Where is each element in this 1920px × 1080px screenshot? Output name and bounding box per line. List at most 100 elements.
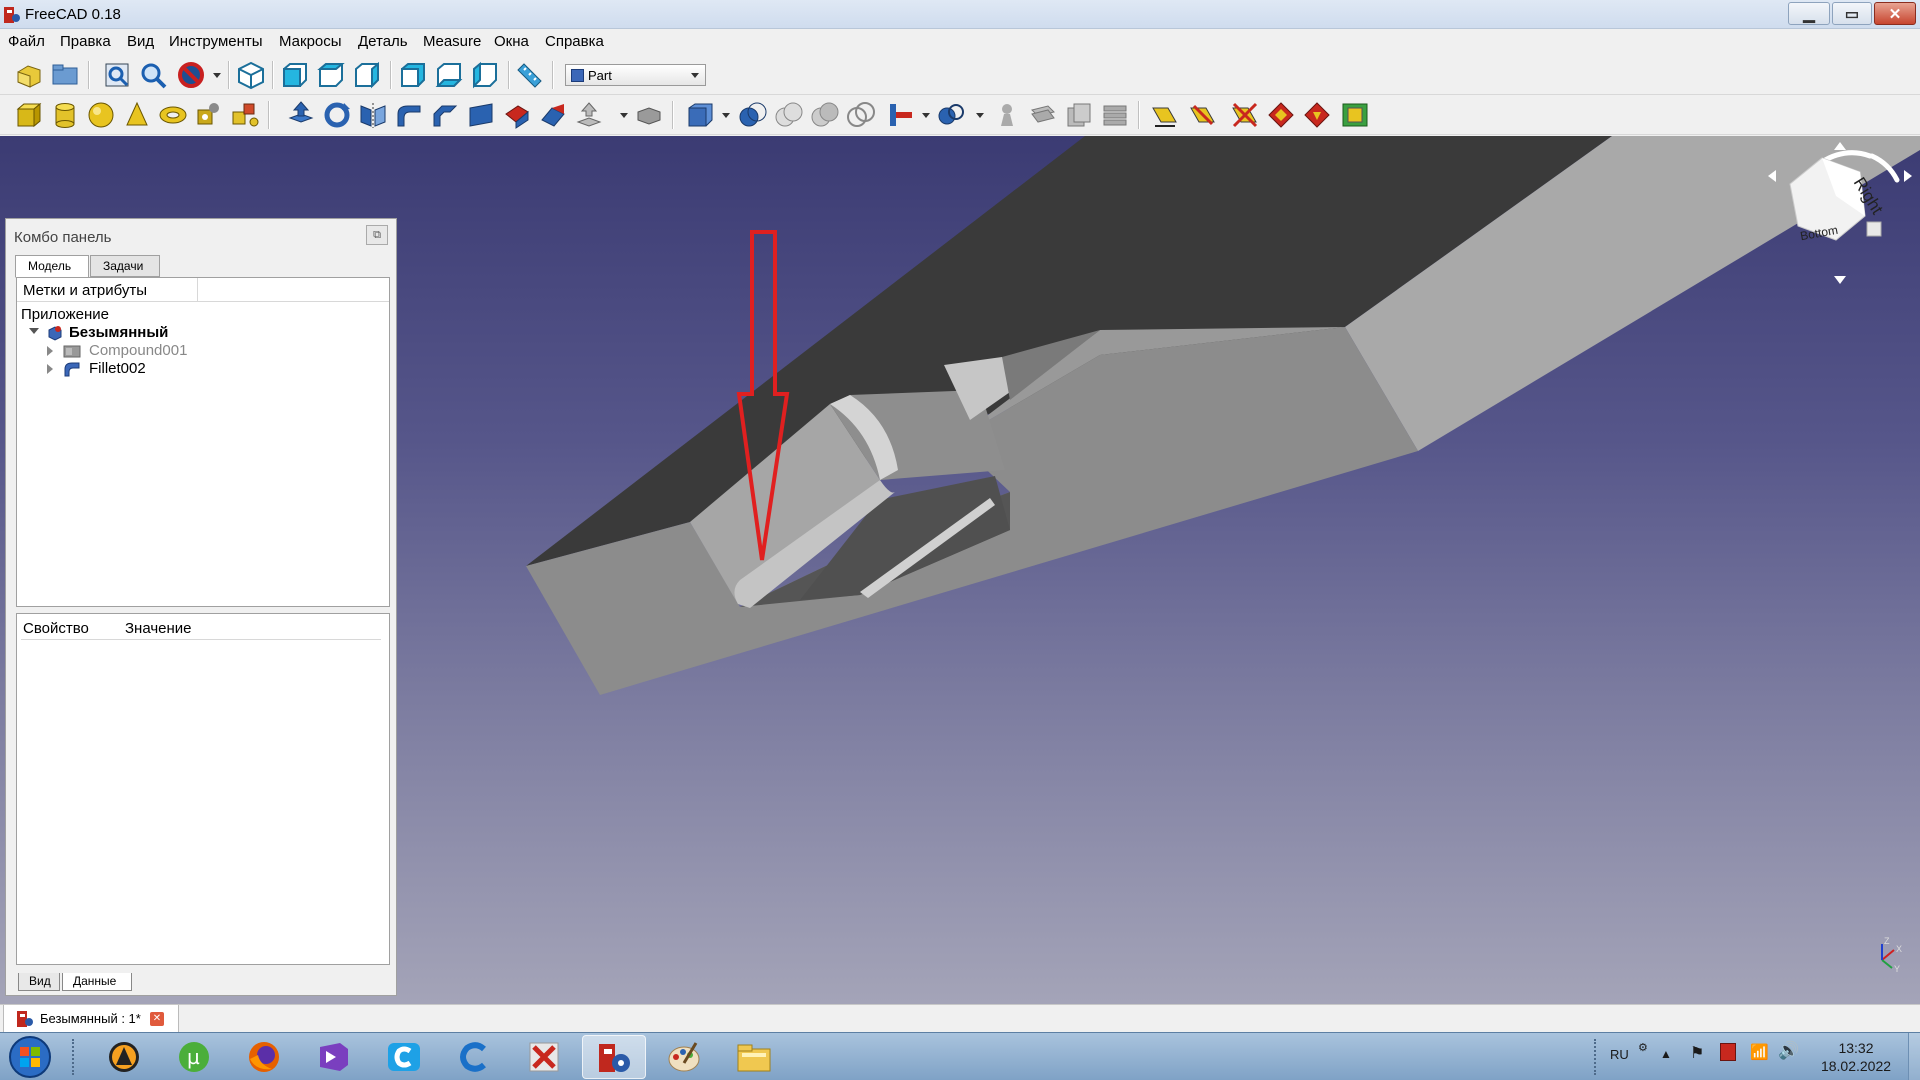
measure-toggle-delta-button[interactable] <box>1340 100 1370 130</box>
draw-style-button[interactable] <box>176 60 206 90</box>
tree-item-document[interactable]: Безымянный <box>29 324 229 344</box>
network-icon[interactable]: 📶 <box>1750 1043 1769 1061</box>
start-button[interactable] <box>4 1035 56 1079</box>
sweep-button[interactable] <box>574 100 604 130</box>
chevron-down-icon[interactable] <box>722 113 730 118</box>
section-button[interactable] <box>846 100 876 130</box>
view-isometric-button[interactable] <box>236 60 266 90</box>
extrude-button[interactable] <box>286 100 316 130</box>
measure-angular-button[interactable] <box>1188 100 1218 130</box>
taskbar-paint[interactable] <box>652 1035 716 1079</box>
system-clock[interactable]: 13:32 18.02.2022 <box>1800 1039 1912 1075</box>
menu-file[interactable]: Файл <box>8 33 45 50</box>
tab-data[interactable]: Данные <box>62 973 132 991</box>
offset-button[interactable] <box>634 100 664 130</box>
tab-view[interactable]: Вид <box>18 973 60 991</box>
open-button[interactable] <box>50 60 80 90</box>
tab-tasks[interactable]: Задачи <box>90 255 160 277</box>
minimize-button[interactable]: ▁ <box>1788 2 1830 25</box>
taskbar-ccleaner-browser[interactable] <box>442 1035 506 1079</box>
menu-tools[interactable]: Инструменты <box>169 33 263 50</box>
refine-shape-button[interactable] <box>1100 100 1130 130</box>
chevron-right-icon[interactable] <box>47 364 53 374</box>
tube-button[interactable] <box>194 100 224 130</box>
tree-item-fillet[interactable]: Fillet002 <box>47 360 267 380</box>
tab-model[interactable]: Модель <box>15 255 89 278</box>
document-tab[interactable]: Безымянный : 1* ✕ <box>3 1005 179 1033</box>
measure-distance-button[interactable] <box>514 60 544 90</box>
maximize-button[interactable]: ▭ <box>1832 2 1872 25</box>
primitives-button[interactable] <box>230 100 260 130</box>
fit-selection-button[interactable] <box>138 60 168 90</box>
show-desktop-button[interactable] <box>1908 1033 1920 1080</box>
torus-button[interactable] <box>158 100 188 130</box>
volume-icon[interactable]: 🔊 <box>1778 1041 1799 1061</box>
menu-edit[interactable]: Правка <box>60 33 111 50</box>
chevron-down-icon[interactable] <box>976 113 984 118</box>
language-indicator[interactable]: RU <box>1610 1047 1629 1062</box>
taskbar-ccleaner[interactable] <box>372 1035 436 1079</box>
new-document-button[interactable] <box>14 60 44 90</box>
cone-button[interactable] <box>122 100 152 130</box>
tree-root[interactable]: Приложение <box>21 306 109 323</box>
boolean-button[interactable] <box>686 100 716 130</box>
measure-clear-button[interactable] <box>1266 100 1296 130</box>
chevron-down-icon[interactable] <box>922 113 930 118</box>
action-center-flag-icon[interactable]: ⚑ <box>1690 1043 1704 1063</box>
measure-refresh-button[interactable] <box>1230 100 1260 130</box>
taskbar-visual-studio[interactable] <box>302 1035 366 1079</box>
menu-help[interactable]: Справка <box>545 33 604 50</box>
menu-macro[interactable]: Макросы <box>279 33 342 50</box>
navigation-cube[interactable]: Right Bottom <box>1760 136 1920 296</box>
taskbar-firefox[interactable] <box>232 1035 296 1079</box>
cut-button[interactable] <box>738 100 768 130</box>
taskbar-utorrent[interactable]: µ <box>162 1035 226 1079</box>
view-left-button[interactable] <box>470 60 500 90</box>
tree-item-compound[interactable]: Compound001 <box>47 342 267 362</box>
fuse-button[interactable] <box>774 100 804 130</box>
antivirus-tray-icon[interactable] <box>1720 1043 1736 1061</box>
chevron-down-icon[interactable] <box>213 73 221 78</box>
split-button[interactable] <box>936 100 966 130</box>
compound-button[interactable] <box>992 100 1022 130</box>
taskbar-freecad[interactable] <box>582 1035 646 1079</box>
mirror-button[interactable] <box>358 100 388 130</box>
taskbar-kaspersky[interactable] <box>512 1035 576 1079</box>
taskbar-aimp[interactable] <box>92 1035 156 1079</box>
ruled-surface-button[interactable] <box>502 100 532 130</box>
loft-button[interactable] <box>538 100 568 130</box>
measure-linear-button[interactable] <box>1150 100 1180 130</box>
menu-windows[interactable]: Окна <box>494 33 529 50</box>
chamfer-button[interactable] <box>430 100 460 130</box>
fit-all-button[interactable] <box>102 60 132 90</box>
view-top-button[interactable] <box>316 60 346 90</box>
chevron-down-icon[interactable] <box>29 328 39 334</box>
view-bottom-button[interactable] <box>434 60 464 90</box>
panel-float-button[interactable]: ⧉ <box>366 225 388 245</box>
sphere-button[interactable] <box>86 100 116 130</box>
check-geometry-button[interactable] <box>1028 100 1058 130</box>
common-button[interactable] <box>810 100 840 130</box>
taskbar-explorer[interactable] <box>722 1035 786 1079</box>
close-button[interactable]: ✕ <box>1874 2 1916 25</box>
menu-measure[interactable]: Measure <box>423 33 481 50</box>
join-button[interactable] <box>886 100 916 130</box>
workbench-select[interactable]: Part <box>565 64 706 86</box>
view-right-button[interactable] <box>352 60 382 90</box>
chevron-down-icon[interactable] <box>620 113 628 118</box>
view-front-button[interactable] <box>280 60 310 90</box>
shape-copy-button[interactable] <box>1064 100 1094 130</box>
measure-toggle-3d-button[interactable] <box>1302 100 1332 130</box>
fillet-button[interactable] <box>394 100 424 130</box>
revolve-button[interactable] <box>322 100 352 130</box>
language-settings-icon[interactable]: ⚙ <box>1638 1041 1648 1054</box>
chevron-right-icon[interactable] <box>47 346 53 356</box>
box-button[interactable] <box>14 100 44 130</box>
menu-part[interactable]: Деталь <box>358 33 408 50</box>
view-rear-button[interactable] <box>398 60 428 90</box>
close-tab-icon[interactable]: ✕ <box>150 1012 164 1026</box>
show-hidden-icons-icon[interactable]: ▲ <box>1660 1047 1672 1061</box>
menu-view[interactable]: Вид <box>127 33 154 50</box>
cylinder-button[interactable] <box>50 100 80 130</box>
make-face-button[interactable] <box>466 100 496 130</box>
